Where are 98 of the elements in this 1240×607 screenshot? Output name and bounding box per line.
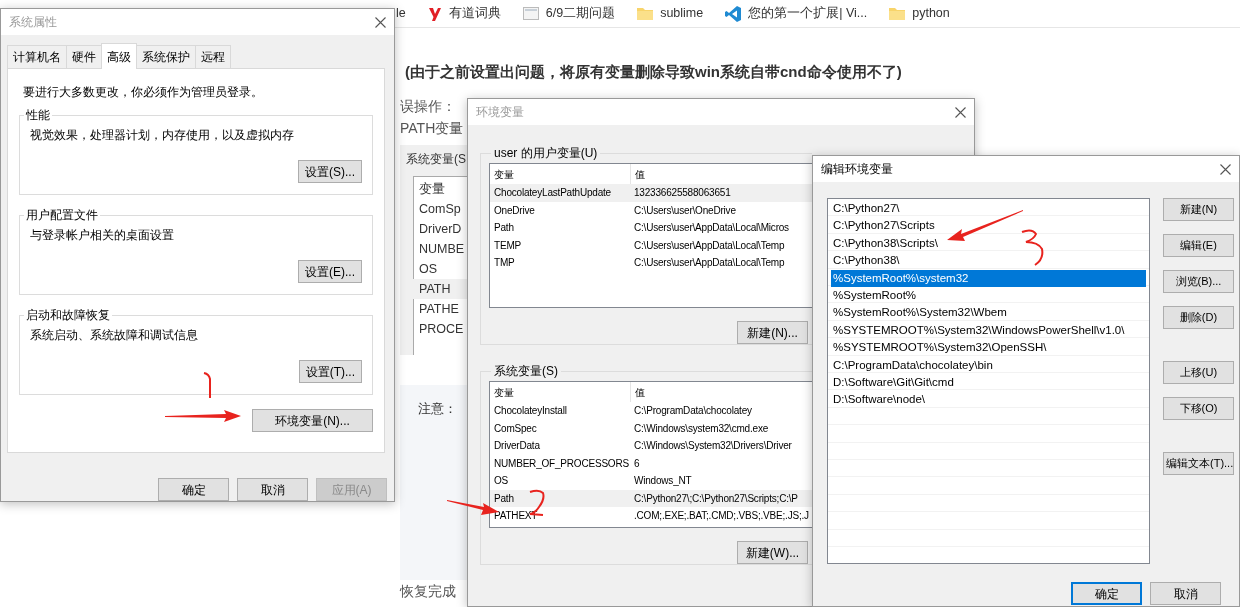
article-text: 误操作： <box>400 96 456 116</box>
note-label: 注意： <box>418 400 457 416</box>
window-title: 环境变量 <box>476 104 524 121</box>
group-description: 系统启动、系统故障和调试信息 <box>30 327 199 344</box>
list-item[interactable]: D:\Software\Git\Git\cmd <box>831 373 1146 392</box>
side-button[interactable]: 编辑文本(T)... <box>1163 452 1234 475</box>
group-title: user 的用户变量(U) <box>493 147 599 159</box>
close-icon[interactable] <box>1220 163 1231 175</box>
table-cell-text: ComSpec <box>493 421 538 436</box>
group-title: 性能 <box>25 109 51 121</box>
settings-button[interactable]: 设置(T)... <box>298 360 362 383</box>
dialog-button[interactable]: 取消 <box>1150 582 1221 605</box>
table-cell: 132336625588063651 <box>630 184 812 202</box>
list-item: DriverD <box>419 220 463 238</box>
list-item[interactable]: %SystemRoot% <box>831 286 1146 305</box>
list-item[interactable]: C:\ProgramData\chocolatey\bin <box>831 356 1146 374</box>
list-item[interactable]: C:\Python27\Scripts <box>831 217 1146 235</box>
list-item[interactable]: C:\Python38\ <box>831 252 1146 270</box>
table-cell-text: TEMP <box>493 238 522 253</box>
group-description: 与登录帐户相关的桌面设置 <box>30 227 175 244</box>
window-title: 系统属性 <box>9 14 57 31</box>
list-item: NUMBE <box>419 240 466 258</box>
side-button[interactable]: 编辑(E) <box>1163 234 1234 257</box>
side-button[interactable]: 删除(D) <box>1163 306 1234 329</box>
table-cell-text: Path <box>493 221 515 236</box>
article-text: PATH变量 <box>400 118 464 138</box>
tab[interactable]: 高级 <box>101 43 137 69</box>
page-icon <box>522 7 539 20</box>
tab[interactable]: 远程 <box>195 45 231 68</box>
table-cell-text: C:\Windows\system32\cmd.exe <box>633 421 770 436</box>
column-header: 变量 <box>490 382 630 402</box>
group-label: 系统变量(S <box>406 150 466 168</box>
column-header: 变量 <box>419 180 446 198</box>
list-item[interactable]: %SystemRoot%\system32 <box>831 269 1146 287</box>
settings-button[interactable]: 设置(S)... <box>298 160 362 183</box>
table-cell-text: C:\Users\user\AppData\Local\Micros <box>633 221 790 236</box>
bookmark-link[interactable]: sublime <box>660 4 704 23</box>
bookmark-link[interactable]: 6/9二期问题 <box>545 4 616 23</box>
table-cell: OneDrive <box>490 201 630 219</box>
side-button[interactable]: 浏览(B)... <box>1163 270 1234 293</box>
dialog-button[interactable]: 确定 <box>1071 582 1142 605</box>
table-cell: ChocolateyLastPathUpdate <box>490 184 630 202</box>
table-cell-text: DriverData <box>493 439 541 454</box>
table-cell: OS <box>490 472 630 490</box>
side-button[interactable]: 下移(O) <box>1163 397 1234 420</box>
window-title: 编辑环境变量 <box>821 161 893 178</box>
list-item[interactable]: D:\Software\node\ <box>831 391 1146 409</box>
table-cell: C:\Users\user\OneDrive <box>630 201 812 219</box>
table-cell: C:\ProgramData\chocolatey <box>630 402 812 420</box>
table-cell-text: 6 <box>633 456 641 471</box>
list-item[interactable]: %SystemRoot%\System32\Wbem <box>831 304 1146 322</box>
list-item[interactable]: C:\Python27\ <box>831 200 1146 218</box>
table-cell-text: TMP <box>493 256 516 271</box>
article-heading: (由于之前设置出问题，将原有变量删除导致win系统自带cnd命令使用不了) <box>405 62 903 82</box>
list-item: PROCE <box>419 320 465 338</box>
side-button[interactable]: 新建(N) <box>1163 198 1234 221</box>
handwritten-mark <box>203 371 213 399</box>
new-button[interactable]: 新建(W)... <box>737 541 808 564</box>
bookmark-link[interactable]: 您的第一个扩展| Vi... <box>748 4 868 23</box>
notice-text: 要进行大多数更改，你必须作为管理员登录。 <box>23 84 264 101</box>
logo-icon <box>725 5 742 22</box>
table-cell: .COM;.EXE;.BAT;.CMD;.VBS;.VBE;.JS;.J <box>630 507 812 525</box>
handwritten-mark <box>1020 229 1046 268</box>
environment-variables-button[interactable]: 环境变量(N)... <box>252 409 373 432</box>
new-button[interactable]: 新建(N)... <box>737 321 808 344</box>
group-title: 系统变量(S) <box>493 365 559 377</box>
dialog-button[interactable]: 确定 <box>158 478 229 501</box>
article-text: 恢复完成 <box>400 581 456 600</box>
table-cell: Windows_NT <box>630 472 812 490</box>
bookmark-link[interactable]: le <box>396 4 406 23</box>
bookmark-link[interactable]: python <box>912 4 950 23</box>
table-cell: C:\Python27\;C:\Python27\Scripts;C:\P <box>630 489 812 507</box>
group-title: 用户配置文件 <box>25 209 99 221</box>
table-cell: ChocolateyInstall <box>490 402 630 420</box>
list-item[interactable]: %SYSTEMROOT%\System32\OpenSSH\ <box>831 339 1146 357</box>
group-title: 启动和故障恢复 <box>25 309 111 321</box>
close-icon[interactable] <box>375 16 386 28</box>
table-cell-text: C:\Windows\System32\Drivers\Driver <box>633 439 793 454</box>
list-item: ComSp <box>419 200 462 218</box>
settings-button[interactable]: 设置(E)... <box>298 260 362 283</box>
logo-icon <box>427 5 442 22</box>
list-item[interactable]: %SYSTEMROOT%\System32\WindowsPowerShell\v1.0\ <box>831 321 1146 340</box>
table-cell-text: C:\Users\user\AppData\Local\Temp <box>633 238 786 253</box>
table-cell-text: C:\Users\user\AppData\Local\Temp <box>633 256 786 271</box>
list-item: PATHE <box>419 300 460 318</box>
close-icon[interactable] <box>955 106 966 118</box>
bookmark-link[interactable]: 有道词典 <box>448 4 501 23</box>
side-button[interactable]: 上移(U) <box>1163 361 1234 384</box>
folder-icon <box>637 7 654 20</box>
table-cell: Path <box>490 489 630 507</box>
folder-icon <box>889 7 906 20</box>
table-cell-text: NUMBER_OF_PROCESSORS <box>493 456 630 471</box>
list-item: OS <box>419 260 439 278</box>
tab[interactable]: 计算机名 <box>7 45 67 68</box>
list-item: PATH <box>413 278 467 299</box>
list-item[interactable]: C:\Python38\Scripts\ <box>831 234 1146 253</box>
dialog-button[interactable]: 取消 <box>237 478 308 501</box>
group-description: 视觉效果，处理器计划，内存使用，以及虚拟内存 <box>30 127 295 144</box>
